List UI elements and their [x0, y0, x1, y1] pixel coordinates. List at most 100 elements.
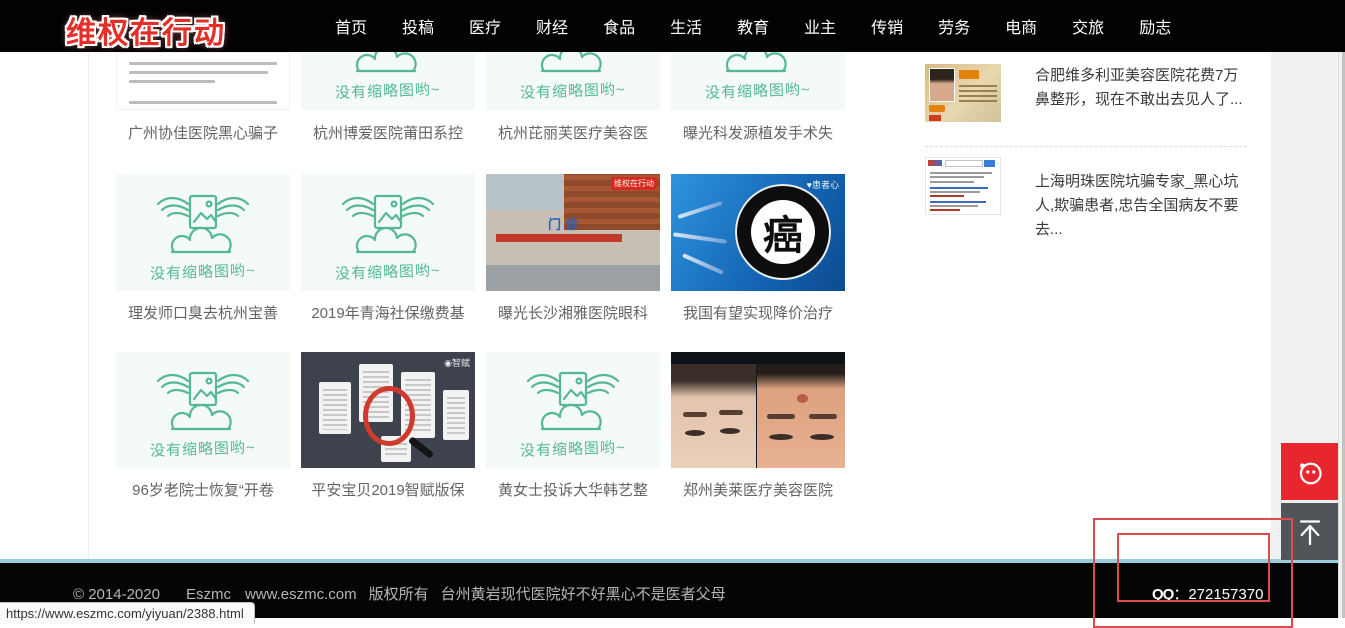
- article-thumbnail-text[interactable]: [116, 52, 290, 110]
- article-card[interactable]: 没有缩略图哟~ 杭州芘丽芙医疗美容医: [486, 52, 660, 144]
- article-card[interactable]: 癌 ♥患者心 我国有望实现降价治疗: [671, 174, 845, 324]
- watermark-badge: 维权在行动: [611, 177, 657, 190]
- article-card[interactable]: 广州协佳医院黑心骗子: [116, 52, 290, 144]
- article-title[interactable]: 杭州芘丽芙医疗美容医: [486, 124, 660, 144]
- article-card[interactable]: 没有缩略图哟~ 黄女士投诉大华韩艺整: [486, 352, 660, 501]
- winged-photo-cloud-icon: [147, 371, 259, 433]
- article-thumbnail-placeholder[interactable]: 没有缩略图哟~: [301, 174, 475, 291]
- no-thumbnail-text: 没有缩略图哟~: [520, 436, 626, 461]
- article-thumbnail-placeholder[interactable]: 没有缩略图哟~: [671, 52, 845, 110]
- article-thumbnail-placeholder[interactable]: 没有缩略图哟~: [116, 352, 290, 468]
- article-thumbnail-placeholder[interactable]: 没有缩略图哟~: [486, 52, 660, 110]
- sidebar-divider: [925, 146, 1247, 147]
- article-title[interactable]: 曝光科发源植发手术失: [671, 124, 845, 144]
- interviewee-portrait: [929, 68, 955, 102]
- no-thumbnail-art: 没有缩略图哟~: [301, 52, 475, 101]
- no-thumbnail-art: 没有缩略图哟~: [301, 194, 475, 282]
- article-card[interactable]: 没有缩略图哟~ 杭州博爱医院莆田系控: [301, 52, 475, 144]
- article-thumbnail-placeholder[interactable]: 没有缩略图哟~: [301, 52, 475, 110]
- nav-item-food[interactable]: 食品: [603, 14, 635, 38]
- caption-chip: [959, 70, 979, 79]
- nav-item-labor[interactable]: 劳务: [938, 14, 970, 38]
- article-title[interactable]: 我国有望实现降价治疗: [671, 304, 845, 324]
- article-title[interactable]: 96岁老院士恢复“开卷: [116, 481, 290, 501]
- article-thumbnail-faces-photo[interactable]: [671, 352, 845, 468]
- main-menu: 首页 投稿 医疗 财经 食品 生活 教育 业主 传销 劳务 电商 交旅 励志: [335, 0, 1171, 52]
- nav-item-ecommerce[interactable]: 电商: [1005, 14, 1037, 38]
- patient-heart-watermark: ♥患者心: [807, 178, 839, 191]
- scrollbar[interactable]: [1338, 52, 1345, 618]
- article-title[interactable]: 2019年青海社保缴费基: [301, 304, 475, 324]
- article-card[interactable]: 门诊 维权在行动 曝光长沙湘雅医院眼科: [486, 174, 660, 324]
- no-thumbnail-text: 没有缩略图哟~: [150, 436, 256, 461]
- magnifier-handle-icon: [408, 436, 434, 459]
- sidebar-thumbnail-tv[interactable]: [925, 64, 1001, 122]
- caption-text-lines: [959, 82, 997, 102]
- outpatient-sign: 门诊: [548, 214, 582, 233]
- article-title[interactable]: 理发师口臭去杭州宝善: [116, 304, 290, 324]
- article-thumbnail-dartboard-photo[interactable]: 癌 ♥患者心: [671, 174, 845, 291]
- no-thumbnail-art: 没有缩略图哟~: [116, 371, 290, 459]
- copyright-text: © 2014-2020: [73, 586, 160, 603]
- qq-chat-button[interactable]: [1281, 443, 1338, 500]
- tv-overlay-button: [929, 105, 945, 112]
- no-thumbnail-art: 没有缩略图哟~: [486, 371, 660, 459]
- webpage-searchbox: [945, 160, 983, 167]
- ground: [486, 265, 660, 291]
- site-logo[interactable]: 维权在行动: [66, 8, 226, 52]
- sidebar-article-title[interactable]: 上海明珠医院坑骗专家_黑心坑人,欺骗患者,忠告全国病友不要去...: [1035, 170, 1247, 242]
- footer-seo-link[interactable]: 台州黄岩现代医院好不好黑心不是医者父母: [441, 583, 726, 604]
- article-card[interactable]: 没有缩略图哟~ 理发师口臭去杭州宝善: [116, 174, 290, 324]
- nav-item-finance[interactable]: 财经: [536, 14, 568, 38]
- footer-copyright-row: © 2014-2020 Eszmc www.eszmc.com 版权所有 台州黄…: [73, 583, 726, 604]
- article-title[interactable]: 曝光长沙湘雅医院眼科: [486, 304, 660, 324]
- nav-item-home[interactable]: 首页: [335, 14, 367, 38]
- no-thumbnail-art: 没有缩略图哟~: [486, 52, 660, 101]
- article-card[interactable]: ◉智赋 平安宝贝2019智赋版保: [301, 352, 475, 501]
- cancer-character: 癌: [751, 200, 815, 264]
- no-thumbnail-text: 没有缩略图哟~: [520, 78, 626, 103]
- face-left: [671, 364, 756, 468]
- article-thumbnail-documents-magnifier[interactable]: ◉智赋: [301, 352, 475, 468]
- nav-item-inspiration[interactable]: 励志: [1139, 14, 1171, 38]
- article-thumbnail-hospital-photo[interactable]: 门诊 维权在行动: [486, 174, 660, 291]
- screen-bezel: [671, 352, 845, 364]
- annotation-box-inner: [1117, 533, 1270, 602]
- nav-item-education[interactable]: 教育: [737, 14, 769, 38]
- sidebar-thumbnail-webpage[interactable]: [925, 157, 1001, 215]
- article-title[interactable]: 杭州博爱医院莆田系控: [301, 124, 475, 144]
- article-title[interactable]: 黄女士投诉大华韩艺整: [486, 481, 660, 501]
- article-card[interactable]: 郑州美莱医疗美容医院: [671, 352, 845, 501]
- sidebar-article-title[interactable]: 合肥维多利亚美容医院花费7万鼻整形，现在不敢出去见人了...: [1035, 64, 1247, 112]
- article-thumbnail-placeholder[interactable]: 没有缩略图哟~: [116, 174, 290, 291]
- article-card[interactable]: 没有缩略图哟~ 2019年青海社保缴费基: [301, 174, 475, 324]
- nav-item-life[interactable]: 生活: [670, 14, 702, 38]
- article-title[interactable]: 平安宝贝2019智赋版保: [301, 481, 475, 501]
- article-card[interactable]: 没有缩略图哟~ 曝光科发源植发手术失: [671, 52, 845, 144]
- no-thumbnail-text: 没有缩略图哟~: [150, 259, 256, 284]
- no-thumbnail-art: 没有缩略图哟~: [671, 52, 845, 101]
- winged-photo-cloud-icon: [332, 194, 444, 256]
- nav-item-submit[interactable]: 投稿: [402, 14, 434, 38]
- document-card: [319, 382, 351, 434]
- winged-photo-cloud-icon: [517, 52, 629, 75]
- forehead-mark: [797, 394, 808, 403]
- nav-item-travel[interactable]: 交旅: [1072, 14, 1104, 38]
- no-thumbnail-text: 没有缩略图哟~: [705, 78, 811, 103]
- rights-text: 版权所有: [369, 583, 429, 604]
- site-url[interactable]: www.eszmc.com: [245, 586, 357, 603]
- article-thumbnail-placeholder[interactable]: 没有缩略图哟~: [486, 352, 660, 468]
- winged-photo-cloud-icon: [147, 194, 259, 256]
- syringe-dart: [678, 201, 723, 219]
- nav-item-medical[interactable]: 医疗: [469, 14, 501, 38]
- site-name: Eszmc: [186, 586, 231, 603]
- winged-photo-cloud-icon: [517, 371, 629, 433]
- magnifier-ring-icon: [363, 386, 415, 446]
- article-title[interactable]: 郑州美莱医疗美容医院: [671, 481, 845, 501]
- document-card: [443, 390, 469, 440]
- nav-item-pyramid[interactable]: 传销: [871, 14, 903, 38]
- article-title[interactable]: 广州协佳医院黑心骗子: [116, 124, 290, 144]
- article-card[interactable]: 没有缩略图哟~ 96岁老院士恢复“开卷: [116, 352, 290, 501]
- qq-chat-icon: [1292, 454, 1328, 490]
- nav-item-owner[interactable]: 业主: [804, 14, 836, 38]
